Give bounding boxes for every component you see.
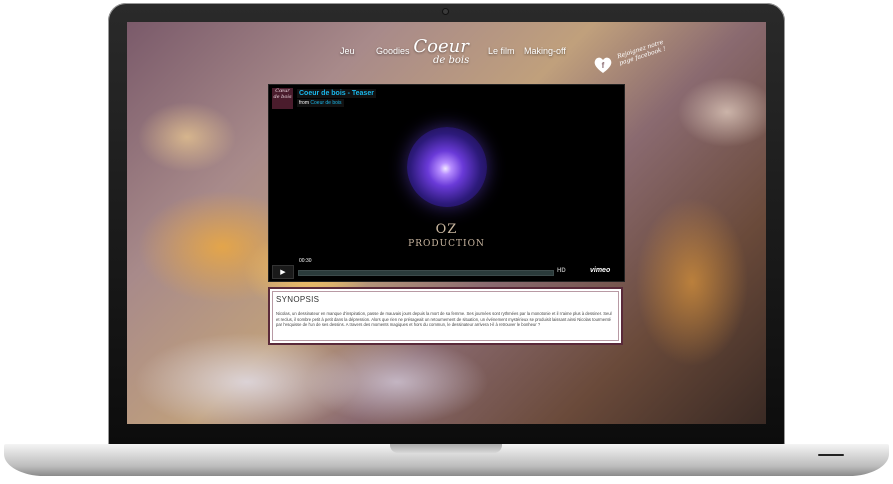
laptop-vent	[818, 454, 844, 456]
synopsis-title: SYNOPSIS	[276, 295, 320, 304]
progress-track[interactable]	[298, 270, 554, 276]
nav-item-jeu[interactable]: Jeu	[340, 46, 355, 56]
video-overlay-line-2: PRODUCTION	[408, 239, 485, 249]
hd-toggle[interactable]: HD	[557, 268, 566, 274]
play-icon: ▶	[280, 269, 286, 276]
nav-item-making-off[interactable]: Making-off	[524, 46, 566, 56]
website-screen: Jeu Goodies Coeur de bois Le film Making…	[127, 22, 766, 424]
crystal-orb-image	[407, 127, 487, 207]
nav-item-goodies[interactable]: Goodies	[376, 46, 410, 56]
nav-item-le-film[interactable]: Le film	[488, 46, 515, 56]
facebook-callout-text[interactable]: Rejoignez notre page facebook !	[616, 35, 677, 67]
vimeo-logo[interactable]: vimeo	[590, 267, 610, 274]
top-navigation: Jeu Goodies Coeur de bois Le film Making…	[127, 36, 766, 76]
logo-line-1: Coeur	[413, 36, 469, 57]
thumbnail-text: Cœur de bois	[273, 88, 292, 100]
play-button[interactable]: ▶	[272, 265, 294, 279]
svg-text:f: f	[602, 61, 605, 70]
laptop-frame: Jeu Goodies Coeur de bois Le film Making…	[0, 0, 893, 484]
video-controls: ▶ 00:30 HD vimeo	[272, 258, 621, 279]
laptop-notch	[390, 444, 502, 453]
video-title[interactable]: Coeur de bois - Teaser	[297, 89, 376, 98]
video-overlay-line-1: OZ	[435, 222, 458, 237]
video-channel-thumbnail[interactable]: Cœur de bois	[272, 88, 293, 109]
synopsis-text: Nicolas, un dessinateur en manque d'insp…	[276, 311, 612, 328]
facebook-heart-icon[interactable]: f	[593, 55, 613, 75]
logo-line-2: de bois	[433, 55, 470, 66]
video-player[interactable]: Cœur de bois Coeur de bois - Teaser from…	[268, 84, 625, 282]
video-from: from Coeur de bois	[297, 99, 344, 107]
site-logo[interactable]: Coeur de bois	[413, 38, 469, 66]
video-from-link[interactable]: Coeur de bois	[310, 100, 341, 106]
video-from-label: from	[299, 100, 309, 106]
synopsis-panel: SYNOPSIS Nicolas, un dessinateur en manq…	[268, 287, 623, 345]
video-time: 00:30	[298, 258, 313, 264]
camera-icon	[443, 9, 448, 14]
